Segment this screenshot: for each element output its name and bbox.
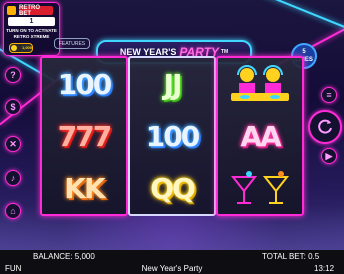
game-name-label: New Year's Party: [141, 264, 203, 273]
help-icon[interactable]: ?: [5, 67, 21, 83]
toggle-knob: [11, 45, 17, 51]
retro-bet-amount: 1,000: [22, 45, 33, 50]
cocktail-symbol-icon: [218, 162, 302, 214]
retro-bet-logo: RETRO BET: [19, 5, 53, 17]
symbol-qq: QQ: [150, 171, 196, 205]
features-button[interactable]: FEATURES: [54, 38, 90, 49]
reel-area: 100 777 KK JJ 100 QQ AA: [40, 56, 304, 216]
balance-label: BALANCE: 5,000: [33, 252, 95, 261]
bet-icon[interactable]: $: [5, 99, 21, 115]
clock-label: 13:12: [314, 264, 335, 273]
sound-icon[interactable]: ♪: [5, 170, 21, 186]
lines-value: 5: [302, 49, 306, 55]
retro-bet-count: 1: [8, 17, 55, 26]
total-bet-label: TOTAL BET: 0.5: [262, 252, 320, 261]
menu-icon[interactable]: ≡: [321, 87, 337, 103]
trademark: TM: [220, 49, 229, 55]
status-bar: BALANCE: 5,000 TOTAL BET: 0.5 FUN New Ye…: [0, 250, 344, 274]
symbol-kk: KK: [64, 171, 105, 205]
symbol-100: 100: [145, 119, 200, 153]
autoplay-icon[interactable]: ▶: [321, 148, 337, 164]
tools-icon[interactable]: ✕: [5, 136, 21, 152]
retro-bet-panel: RETRO BET 1 TURN ON TO ACTIVATE RETRO XT…: [3, 2, 60, 56]
neon-decoration: [253, 0, 344, 37]
game-stage: RETRO BET 1 TURN ON TO ACTIVATE RETRO XT…: [0, 0, 344, 250]
spin-icon[interactable]: [308, 110, 342, 144]
symbol-jj: JJ: [163, 67, 183, 101]
retro-bet-message: TURN ON TO ACTIVATE RETRO XTREME: [6, 28, 57, 39]
reel-3: AA: [216, 56, 304, 216]
symbol-100: 100: [57, 67, 112, 101]
dj-symbol-icon: [218, 58, 302, 110]
symbol-777: 777: [57, 119, 112, 153]
reel-1: 100 777 KK: [40, 56, 128, 216]
retro-bet-toggle[interactable]: 1,000: [9, 43, 33, 53]
retro-bet-icon: [7, 6, 16, 15]
home-icon[interactable]: ⌂: [5, 203, 21, 219]
reel-2: JJ 100 QQ: [128, 56, 216, 216]
symbol-aa: AA: [240, 119, 281, 153]
